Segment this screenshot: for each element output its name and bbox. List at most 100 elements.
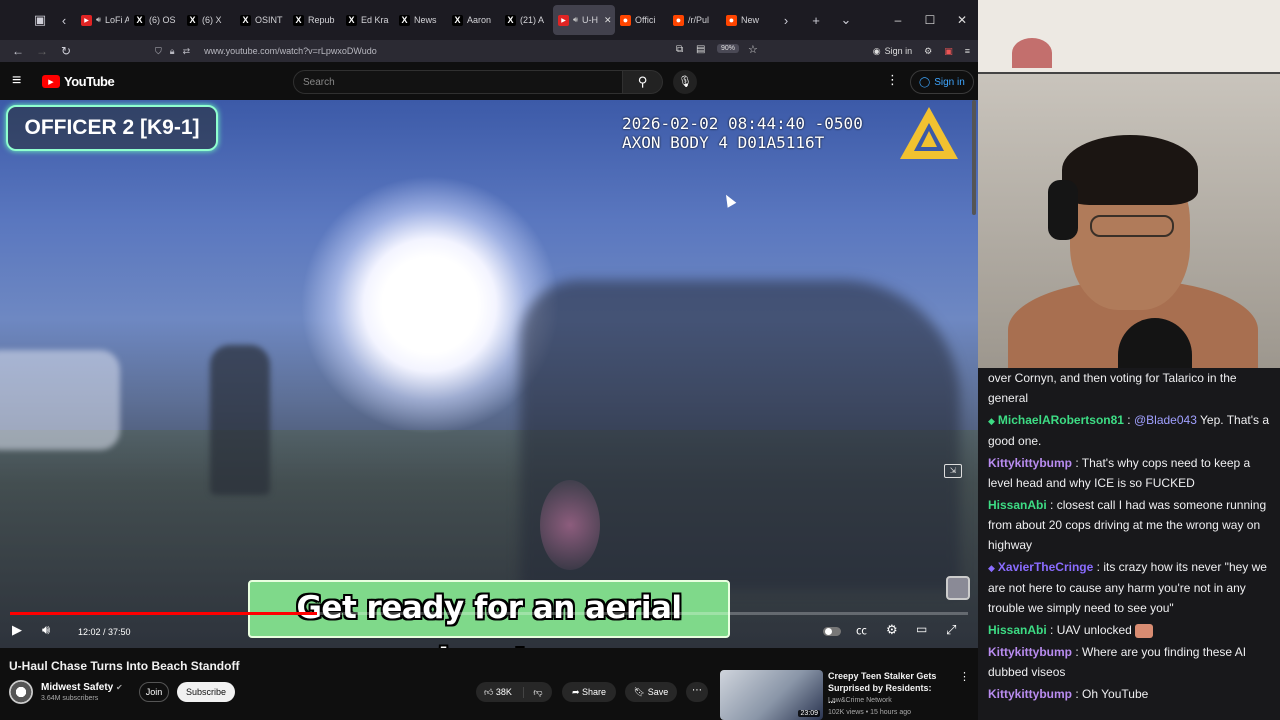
account-icon[interactable]: ◉ bbox=[873, 46, 881, 57]
shield-icon[interactable]: ⛉ bbox=[155, 46, 162, 57]
fullscreen-icon[interactable]: ⤢ bbox=[946, 622, 956, 638]
browser-tab[interactable]: X (6) X bbox=[182, 5, 235, 35]
settings-gear-icon[interactable]: ⚙ bbox=[886, 622, 898, 638]
volume-icon[interactable]: 🔊︎ bbox=[42, 622, 50, 638]
x-icon: X bbox=[134, 14, 145, 26]
app-menu-icon[interactable]: ≡ bbox=[965, 46, 970, 56]
recommended-more-icon[interactable]: ⋮ bbox=[959, 670, 970, 683]
extensions-icon[interactable]: ⚙ bbox=[924, 46, 932, 57]
browser-tab[interactable]: ▶ 🔊︎ LoFi A bbox=[76, 5, 129, 35]
browser-tab[interactable]: X Repub bbox=[288, 5, 341, 35]
video-player[interactable]: OFFICER 2 [K9-1] 2026-02-02 08:44:40 -05… bbox=[0, 100, 978, 648]
address-bar[interactable]: ⛉ 🔒︎ ⇄ www.youtube.com/watch?v=rLpwxoDWu… bbox=[155, 42, 765, 60]
browser-tab[interactable]: ▶ 🔊︎ U-H ✕ bbox=[553, 5, 615, 35]
more-actions-button[interactable]: ⋯ bbox=[686, 682, 708, 702]
channel-watermark-icon[interactable] bbox=[946, 576, 970, 600]
save-button[interactable]: 🔖︎ Save bbox=[625, 682, 677, 702]
join-button[interactable]: Join bbox=[139, 682, 169, 702]
chat-username[interactable]: XavierTheCringe bbox=[998, 560, 1093, 574]
browser-tab[interactable]: ● New bbox=[721, 5, 774, 35]
browser-tab[interactable]: X (6) OS bbox=[129, 5, 182, 35]
back-icon[interactable]: ← bbox=[6, 44, 30, 58]
browser-tab[interactable]: X OSINT bbox=[235, 5, 288, 35]
minimize-icon[interactable]: – bbox=[882, 13, 914, 27]
guide-menu-icon[interactable]: ≡ bbox=[12, 72, 21, 90]
forward-icon[interactable]: → bbox=[30, 44, 54, 58]
share-button[interactable]: ➦ Share bbox=[562, 682, 616, 702]
reddit-icon: ● bbox=[673, 14, 684, 26]
reload-icon[interactable]: ↻ bbox=[54, 44, 78, 58]
browser-tab[interactable]: ● /r/Pul bbox=[668, 5, 721, 35]
url-text[interactable]: www.youtube.com/watch?v=rLpwxoDWudo bbox=[204, 46, 377, 56]
browser-tab[interactable]: X Ed Kra bbox=[341, 5, 394, 35]
close-tab-icon[interactable]: ✕ bbox=[604, 15, 612, 26]
chat-username[interactable]: Kittykittybump bbox=[988, 687, 1072, 701]
video-title: U-Haul Chase Turns Into Beach Standoff bbox=[9, 659, 240, 673]
browser-tab-label: OSINT bbox=[255, 15, 283, 25]
new-tab-icon[interactable]: + bbox=[804, 8, 828, 32]
theater-mode-icon[interactable]: ▭ bbox=[916, 622, 927, 636]
tab-audio-icon[interactable]: 🔊︎ bbox=[96, 15, 101, 25]
voice-search-button[interactable]: 🎙︎ bbox=[673, 70, 697, 94]
play-icon[interactable]: ▶ bbox=[12, 622, 22, 638]
browser-tab[interactable]: ● Offici bbox=[615, 5, 668, 35]
settings-more-icon[interactable]: ⋮ bbox=[886, 72, 899, 88]
close-window-icon[interactable]: ✕ bbox=[946, 13, 978, 27]
window-controls: – ☐ ✕ bbox=[882, 0, 978, 40]
browser-tab-label: LoFi A bbox=[105, 15, 129, 25]
page-scrollbar[interactable] bbox=[972, 100, 976, 215]
chat-username[interactable]: MichaelARobertson81 bbox=[998, 413, 1124, 427]
browser-sign-in[interactable]: Sign in bbox=[885, 46, 913, 56]
chat-username[interactable]: Kittykittybump bbox=[988, 456, 1072, 470]
search-button[interactable]: ⚲ bbox=[623, 70, 663, 94]
chat-message: ◆ XavierTheCringe : its crazy how its nev… bbox=[988, 557, 1274, 618]
mouse-cursor-icon bbox=[721, 192, 737, 208]
reader-view-icon[interactable]: ▤ bbox=[696, 44, 705, 55]
chat-username[interactable]: HissanAbi bbox=[988, 498, 1047, 512]
dislike-button[interactable]: 👎︎ bbox=[524, 687, 552, 698]
like-count: 38K bbox=[495, 686, 512, 697]
subscribe-button[interactable]: Subscribe bbox=[177, 682, 235, 702]
recommended-channel[interactable]: Law&Crime Network bbox=[828, 697, 892, 704]
recommended-duration: 23:09 bbox=[798, 710, 820, 717]
autoplay-toggle[interactable] bbox=[823, 627, 841, 636]
verified-check-icon: ✔ bbox=[116, 683, 123, 692]
browser-tab[interactable]: X News bbox=[394, 5, 447, 35]
chat-mention[interactable]: @Blade043 bbox=[1134, 413, 1197, 427]
tab-list-dropdown-icon[interactable]: ⌄ bbox=[834, 8, 858, 32]
tab-overview-icon[interactable]: ▣ bbox=[28, 8, 52, 32]
miniplayer-icon[interactable]: ⇲ bbox=[944, 464, 962, 478]
screen: ▣ ‹ ▶ 🔊︎ LoFi A X (6) OS X (6) X X OSINT X Repub X E… bbox=[0, 0, 1280, 720]
channel-avatar[interactable] bbox=[9, 680, 33, 704]
chat-text: Oh YouTube bbox=[1082, 687, 1149, 701]
picture-in-picture-icon[interactable]: ⧉ bbox=[676, 44, 683, 55]
youtube-sign-in-button[interactable]: ◯ Sign in bbox=[910, 70, 974, 94]
chat-username[interactable]: HissanAbi bbox=[988, 623, 1047, 637]
bookmark-star-icon[interactable]: ☆ bbox=[748, 43, 758, 56]
permissions-icon[interactable]: ⇄ bbox=[183, 46, 191, 57]
progress-bar[interactable] bbox=[10, 612, 968, 615]
tab-scroll-right-icon[interactable]: › bbox=[774, 8, 798, 32]
channel-subscriber-count: 3.64M subscribers bbox=[41, 695, 99, 702]
addon-icon[interactable]: ▣ bbox=[944, 46, 953, 57]
lock-icon[interactable]: 🔒︎ bbox=[170, 46, 175, 57]
browser-tab[interactable]: X (21) A bbox=[500, 5, 553, 35]
like-button[interactable]: 👍︎ 38K bbox=[476, 686, 524, 698]
like-dislike-group: 👍︎ 38K 👎︎ bbox=[476, 682, 552, 702]
search-input[interactable]: Search bbox=[293, 70, 623, 94]
tab-audio-icon[interactable]: 🔊︎ bbox=[573, 15, 578, 25]
youtube-logo[interactable]: ▶ YouTube bbox=[42, 74, 115, 89]
captions-icon[interactable]: ㏄ bbox=[856, 622, 867, 638]
bodycam-timestamp-overlay: 2026-02-02 08:44:40 -0500 AXON BODY 4 D0… bbox=[622, 114, 863, 152]
chat-username[interactable]: Kittykittybump bbox=[988, 645, 1072, 659]
bodycam-timestamp: 2026-02-02 08:44:40 -0500 bbox=[622, 114, 863, 133]
maximize-icon[interactable]: ☐ bbox=[914, 13, 946, 27]
recommended-thumbnail[interactable]: 23:09 bbox=[720, 670, 823, 720]
zoom-level[interactable]: 90% bbox=[717, 44, 740, 53]
browser-tab-label: Aaron bbox=[467, 15, 492, 25]
chat-text: UAV unlocked bbox=[1056, 623, 1132, 637]
tab-scroll-left-icon[interactable]: ‹ bbox=[52, 8, 76, 32]
x-icon: X bbox=[346, 14, 357, 26]
channel-name[interactable]: Midwest Safety ✔ bbox=[41, 682, 123, 693]
browser-tab[interactable]: X Aaron bbox=[447, 5, 500, 35]
